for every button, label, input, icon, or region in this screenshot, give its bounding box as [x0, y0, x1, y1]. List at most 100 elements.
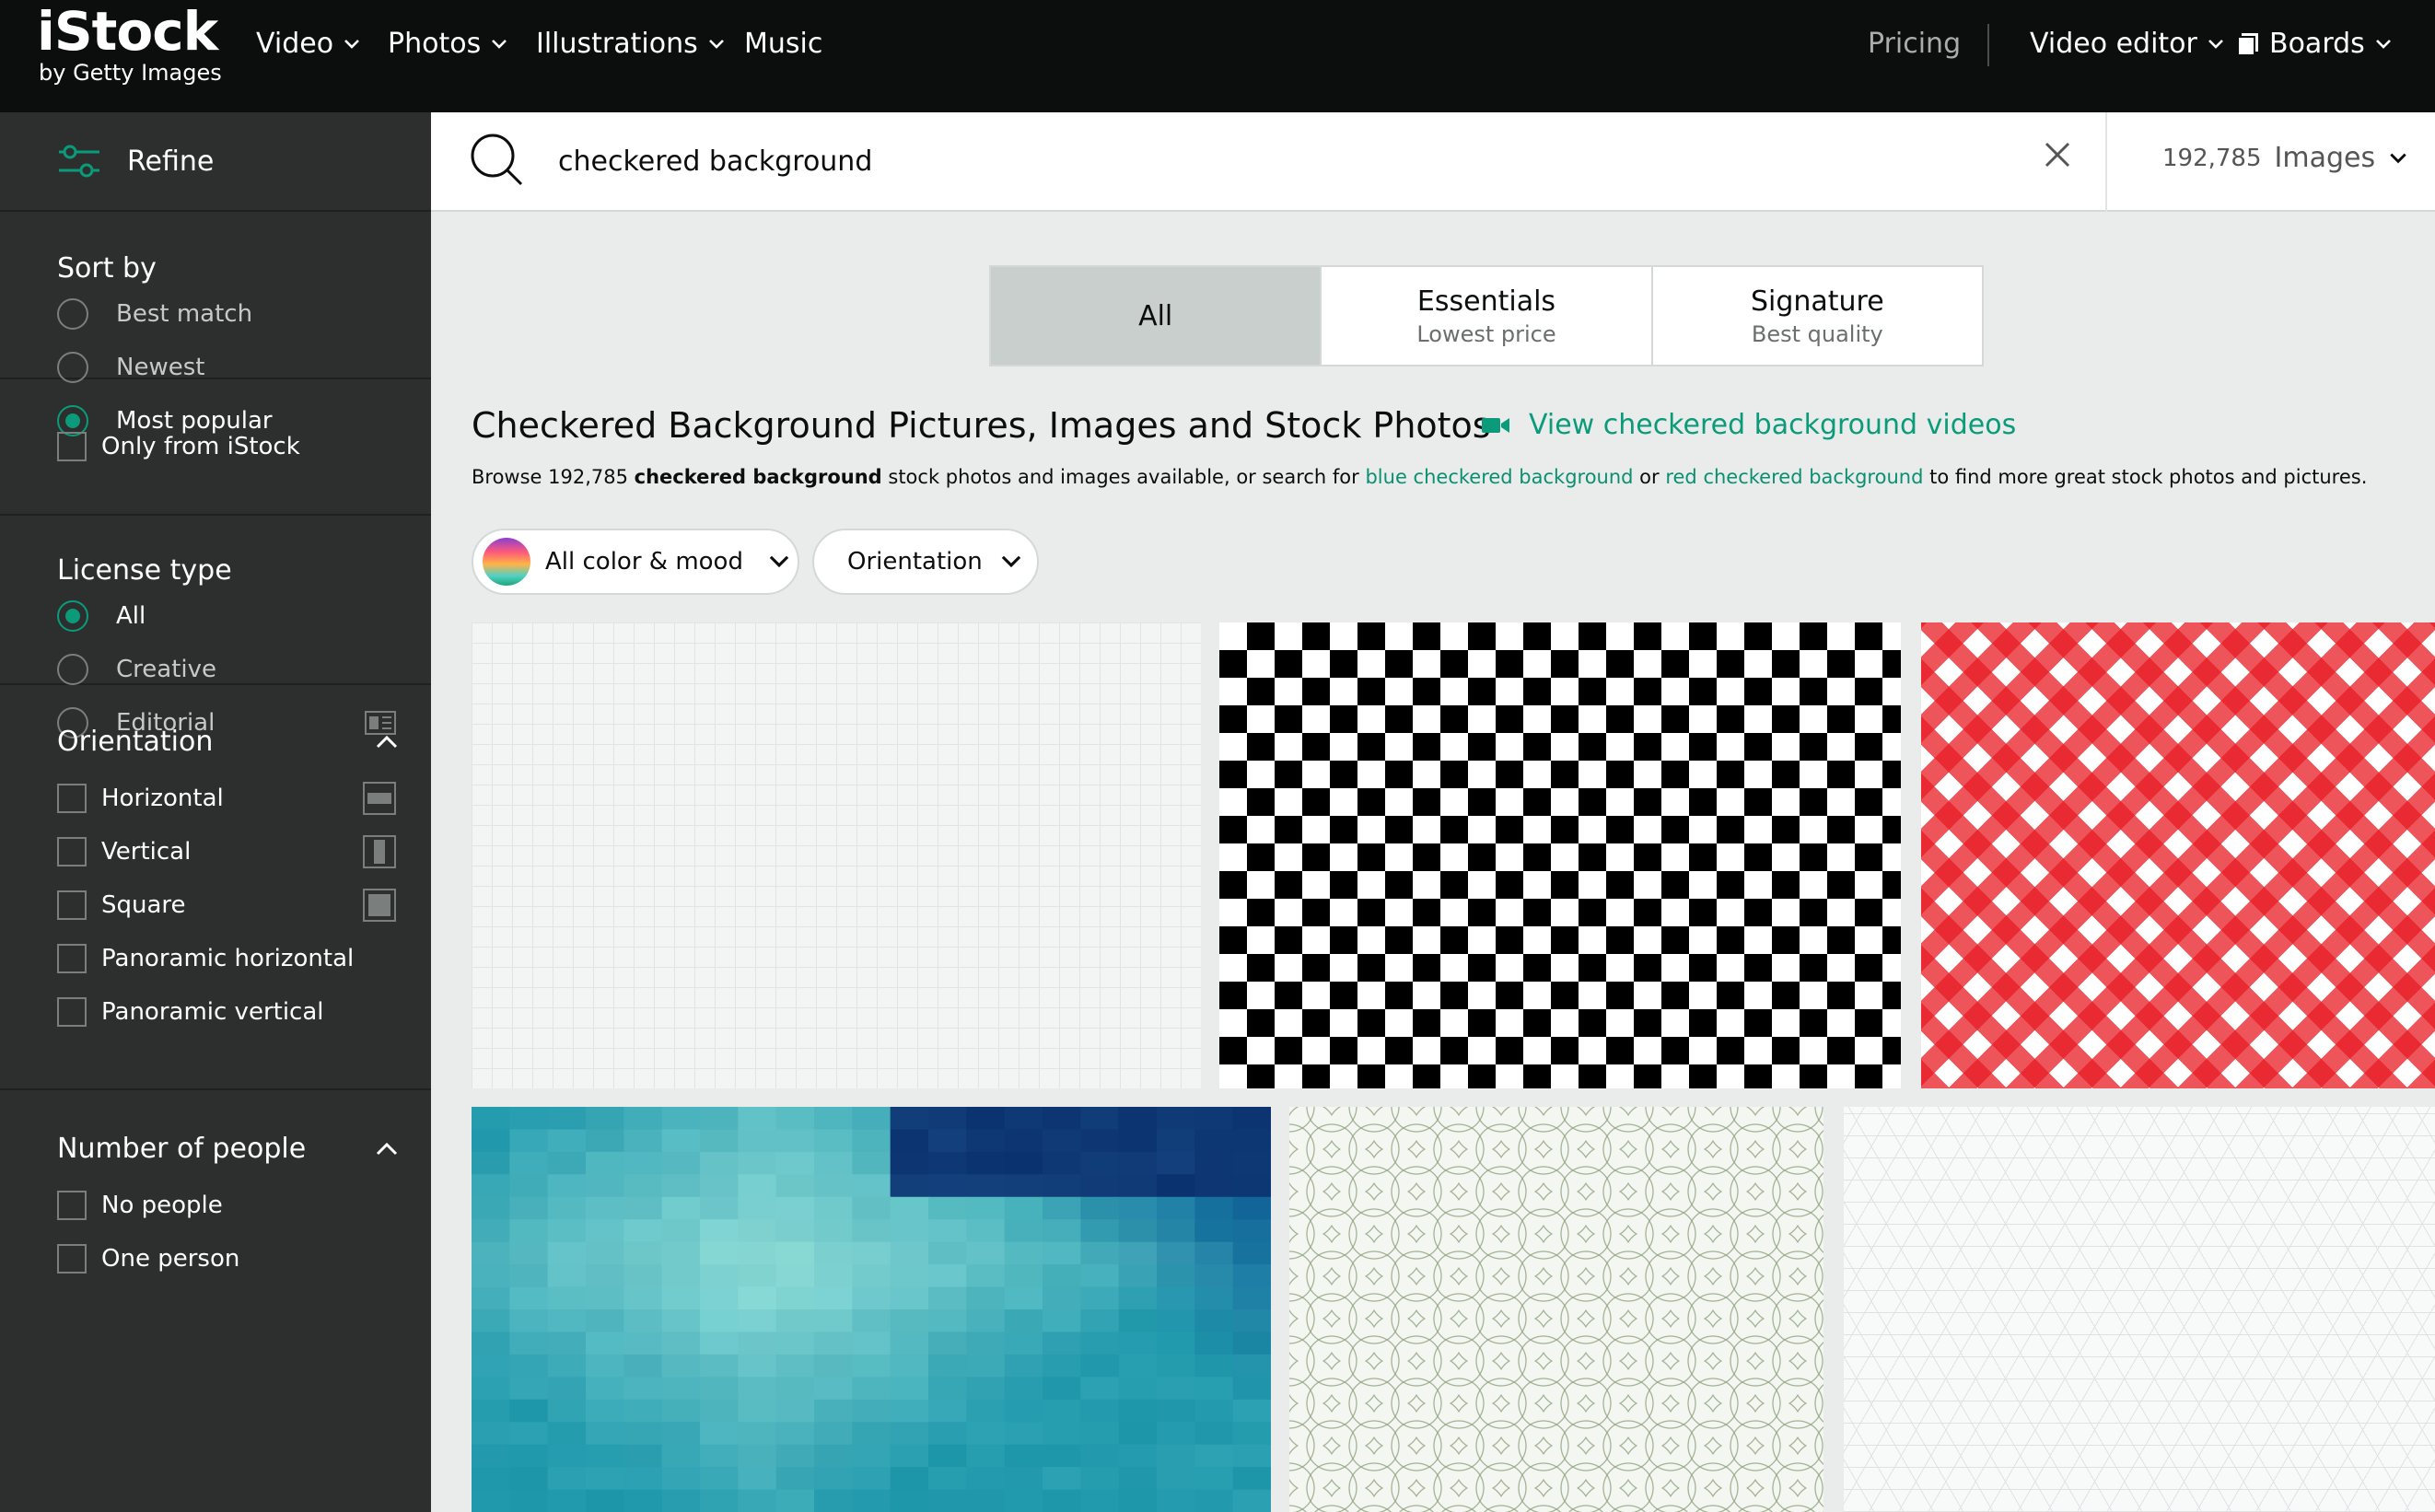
mosaic-tile — [623, 1219, 663, 1243]
checkbox[interactable] — [57, 890, 87, 920]
license-option-label: Creative — [116, 656, 217, 683]
mosaic-tile — [890, 1129, 929, 1153]
mosaic-tile — [852, 1151, 891, 1176]
mosaic-tile — [966, 1241, 1006, 1266]
mosaic-tile — [547, 1286, 587, 1310]
orientation-horizontal[interactable]: Horizontal — [57, 772, 431, 825]
mosaic-tile — [1004, 1219, 1043, 1243]
mosaic-tile — [1080, 1422, 1120, 1446]
mosaic-tile — [890, 1377, 929, 1401]
image-result-black-white-checker[interactable] — [1219, 622, 1901, 1088]
media-type-dropdown[interactable]: 192,785 Images — [2162, 142, 2408, 174]
checkbox[interactable] — [57, 944, 87, 973]
mosaic-tile — [509, 1286, 549, 1310]
orientation-vertical[interactable]: Vertical — [57, 825, 431, 878]
related-search-link[interactable]: blue checkered background — [1365, 466, 1633, 488]
mosaic-tile — [928, 1489, 968, 1512]
mosaic-tile — [852, 1332, 891, 1355]
search-input[interactable] — [558, 138, 1940, 184]
radio-button[interactable] — [57, 654, 88, 685]
tab-signature[interactable]: Signature Best quality — [1653, 267, 1982, 365]
checkbox[interactable] — [57, 837, 87, 866]
mosaic-tile — [928, 1399, 968, 1424]
nav-video[interactable]: Video — [256, 26, 361, 63]
nav-boards[interactable]: Boards — [2236, 26, 2393, 63]
mosaic-tile — [966, 1444, 1006, 1469]
mosaic-tile — [852, 1354, 891, 1378]
mosaic-tile — [1043, 1422, 1082, 1446]
mosaic-tile — [775, 1309, 815, 1333]
orientation-filter[interactable]: Orientation — [812, 529, 1039, 595]
mosaic-tile — [472, 1151, 511, 1176]
mosaic-tile — [775, 1241, 815, 1266]
mosaic-tile — [775, 1444, 815, 1469]
mosaic-tile — [472, 1422, 511, 1446]
checkbox[interactable] — [57, 432, 87, 461]
only-istock-filter[interactable]: Only from iStock — [57, 420, 431, 473]
mosaic-tile — [623, 1107, 663, 1131]
radio-button[interactable] — [57, 298, 88, 330]
refine-toggle[interactable]: Refine — [0, 112, 431, 212]
mosaic-tile — [1043, 1444, 1082, 1469]
radio-button[interactable] — [57, 352, 88, 383]
mosaic-tile — [700, 1332, 740, 1355]
mosaic-tile — [1043, 1174, 1082, 1198]
nav-pricing-label: Pricing — [1868, 28, 1962, 60]
checkbox[interactable] — [57, 784, 87, 813]
mosaic-tile — [966, 1489, 1006, 1512]
nav-music[interactable]: Music — [744, 26, 822, 63]
mosaic-tile — [928, 1174, 968, 1198]
image-result-teal-mosaic[interactable] — [472, 1107, 1271, 1512]
mosaic-tile — [586, 1219, 625, 1243]
image-result-isometric-grid[interactable] — [1844, 1107, 2435, 1512]
image-result-geometric-pattern[interactable] — [1289, 1107, 1823, 1512]
chevron-up-icon[interactable] — [374, 1136, 400, 1162]
mosaic-tile — [1157, 1377, 1196, 1401]
mosaic-tile — [509, 1354, 549, 1378]
istock-logo[interactable]: iStock by Getty Images — [37, 2, 222, 85]
close-icon[interactable] — [2043, 140, 2072, 169]
license-all[interactable]: All — [57, 589, 431, 643]
orientation-panoramic-horizontal[interactable]: Panoramic horizontal — [57, 932, 431, 985]
mosaic-tile — [775, 1286, 815, 1310]
nav-illustrations[interactable]: Illustrations — [536, 26, 726, 63]
radio-button-selected[interactable] — [57, 600, 88, 632]
chevron-up-icon[interactable] — [374, 729, 400, 755]
mosaic-tile — [586, 1241, 625, 1266]
color-mood-filter[interactable]: All color & mood — [472, 529, 799, 595]
mosaic-tile — [1080, 1444, 1120, 1469]
nav-video-editor[interactable]: Video editor — [2030, 26, 2225, 63]
mosaic-tile — [1194, 1151, 1234, 1176]
nav-photos[interactable]: Photos — [388, 26, 508, 63]
mosaic-tile — [814, 1377, 854, 1401]
page-title: Checkered Background Pictures, Images an… — [472, 405, 1491, 446]
mosaic-tile — [1004, 1264, 1043, 1288]
orientation-square[interactable]: Square — [57, 878, 431, 932]
image-result-red-gingham[interactable] — [1921, 622, 2435, 1088]
mosaic-tile — [775, 1467, 815, 1491]
view-videos-link[interactable]: View checkered background videos — [1481, 409, 2016, 441]
related-search-link[interactable]: red checkered background — [1665, 466, 1923, 488]
mosaic-tile — [1118, 1467, 1158, 1491]
mosaic-tile — [738, 1174, 777, 1198]
nav-pricing[interactable]: Pricing — [1868, 26, 1961, 63]
mosaic-tile — [472, 1444, 511, 1469]
people-one[interactable]: One person — [57, 1232, 431, 1285]
sort-best-match[interactable]: Best match — [57, 287, 431, 341]
desc-text: to find more great stock photos and pict… — [1923, 466, 2368, 488]
image-result-grid-paper[interactable] — [472, 622, 1201, 1088]
people-none[interactable]: No people — [57, 1179, 431, 1232]
tab-all[interactable]: All — [991, 267, 1322, 365]
mosaic-tile — [1118, 1354, 1158, 1378]
mosaic-tile — [775, 1377, 815, 1401]
checkbox[interactable] — [57, 997, 87, 1027]
search-icon[interactable] — [468, 131, 527, 190]
view-videos-label: View checkered background videos — [1529, 409, 2017, 441]
square-orientation-icon — [363, 889, 396, 922]
orientation-panoramic-vertical[interactable]: Panoramic vertical — [57, 985, 431, 1039]
checkbox[interactable] — [57, 1244, 87, 1274]
checkbox[interactable] — [57, 1191, 87, 1220]
mosaic-tile — [1004, 1354, 1043, 1378]
mosaic-tile — [966, 1354, 1006, 1378]
tab-essentials[interactable]: Essentials Lowest price — [1322, 267, 1653, 365]
